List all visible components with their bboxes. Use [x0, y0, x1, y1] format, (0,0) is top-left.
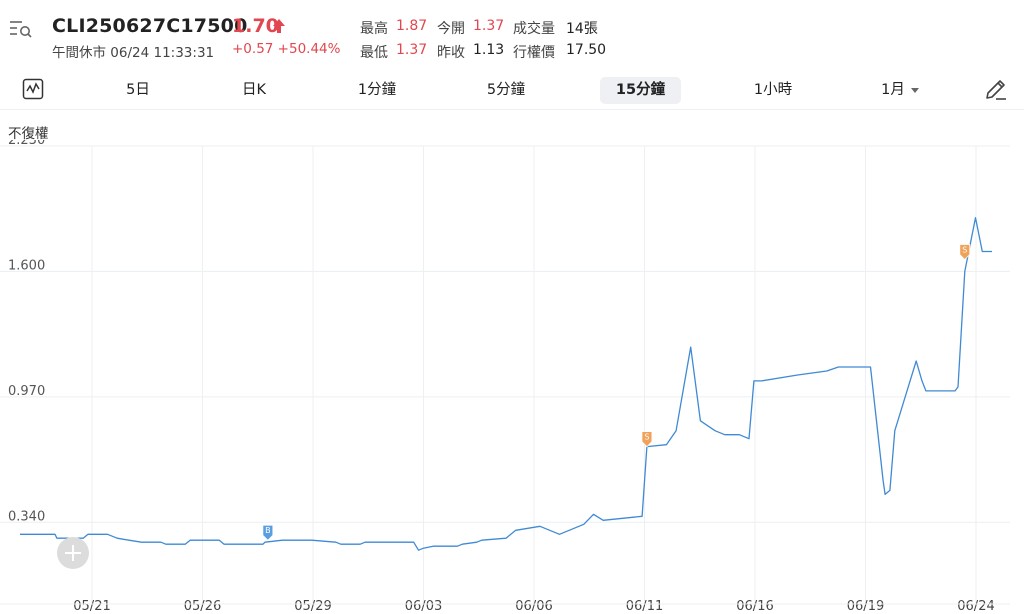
x-tick-label: 06/11	[626, 599, 663, 614]
x-tick-label: 06/06	[515, 599, 552, 614]
strike-label: 行權價	[513, 45, 555, 61]
add-button[interactable]	[57, 537, 89, 569]
prev-close-label: 昨收	[437, 45, 465, 61]
volume-value: 14張	[566, 21, 598, 37]
low-value: 1.37	[396, 42, 428, 58]
marker-label: B	[265, 526, 271, 535]
tab-5min[interactable]: 5分鐘	[475, 77, 537, 104]
price-change: +0.57 +50.44%	[232, 41, 340, 57]
change-percent: +50.44%	[277, 41, 341, 57]
tab-1month[interactable]: 1月	[870, 77, 930, 104]
market-status: 午間休市 06/24 11:33:31	[52, 41, 214, 61]
tab-1month-label: 1月	[881, 82, 905, 98]
symbol-title: CLI250627C17500	[52, 15, 248, 37]
x-tick-label: 05/21	[73, 599, 110, 614]
tab-1min[interactable]: 1分鐘	[346, 77, 408, 104]
x-tick-label: 06/24	[957, 599, 994, 614]
up-arrow-icon	[273, 19, 285, 33]
marker-label: S	[962, 245, 967, 254]
low-label: 最低	[360, 45, 388, 61]
open-value: 1.37	[473, 18, 505, 34]
change-value: +0.57	[232, 41, 274, 57]
x-tick-label: 05/29	[294, 599, 331, 614]
strike-value: 17.50	[566, 42, 607, 58]
y-tick-label: 0.970	[8, 384, 45, 399]
x-tick-label: 06/03	[405, 599, 442, 614]
tab-daily[interactable]: 日K	[226, 77, 282, 104]
tab-15min[interactable]: 15分鐘	[600, 77, 681, 104]
draw-pen-icon[interactable]	[982, 77, 1008, 103]
marker-label: S	[644, 433, 649, 442]
price-chart[interactable]: 2.230 1.600 0.970 0.340 05/21 05/26 05/29 06/03…	[0, 140, 1024, 614]
prev-close-value: 1.13	[473, 42, 505, 58]
tab-5d[interactable]: 5日	[110, 77, 166, 104]
high-value: 1.87	[396, 18, 428, 34]
chart-type-icon[interactable]	[22, 78, 44, 100]
y-tick-label: 2.230	[8, 140, 45, 148]
quote-time: 06/24 11:33:31	[110, 45, 215, 61]
quote-header: CLI250627C17500 1.70 午間休市 06/24 11:33:31…	[0, 0, 1024, 70]
y-tick-label: 0.340	[8, 509, 45, 524]
x-tick-label: 06/19	[847, 599, 884, 614]
y-tick-label: 1.600	[8, 258, 45, 273]
high-label: 最高	[360, 21, 388, 37]
x-tick-label: 06/16	[736, 599, 773, 614]
status-text: 午間休市	[52, 45, 106, 61]
open-label: 今開	[437, 21, 465, 37]
volume-label: 成交量	[513, 21, 555, 37]
chevron-down-icon	[910, 87, 919, 93]
tab-1hour[interactable]: 1小時	[742, 77, 804, 104]
price-line	[20, 217, 992, 551]
price-adjust-label[interactable]: 不復權	[8, 122, 49, 142]
menu-search-icon[interactable]	[8, 16, 34, 40]
x-tick-label: 05/26	[184, 599, 221, 614]
period-tabs: 5日 日K 1分鐘 5分鐘 15分鐘 1小時 1月	[0, 72, 1024, 110]
